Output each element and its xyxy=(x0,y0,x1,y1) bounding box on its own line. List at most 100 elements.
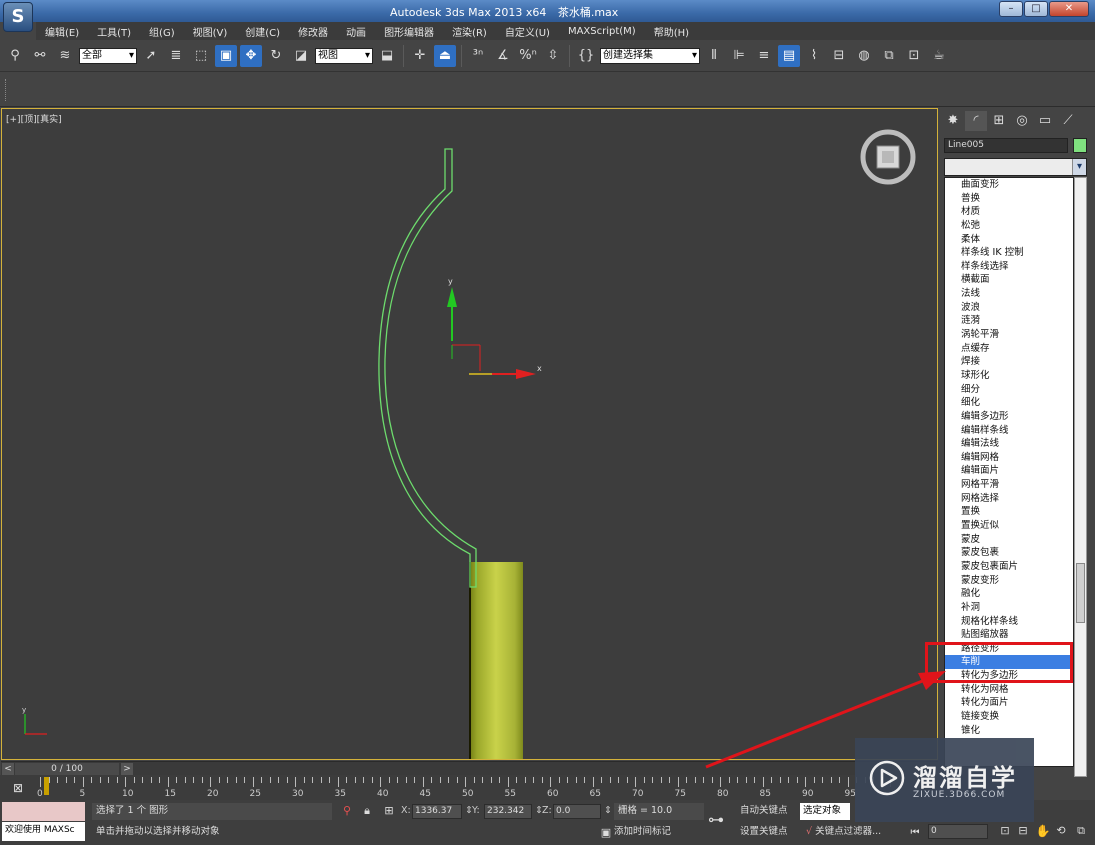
track-scale[interactable]: 0 5 10 15 20 25 30 35 40 45 50 55 60 65 70 75 80 85 90 95 xyxy=(37,777,938,799)
top-viewport[interactable]: [+][顶][真实] x y y xyxy=(1,108,938,760)
modifier-item[interactable]: 普换 xyxy=(945,192,1073,206)
modifier-item[interactable]: 蒙皮包裹 xyxy=(945,546,1073,560)
modifier-item[interactable]: 涡轮平滑 xyxy=(945,328,1073,342)
modifier-item[interactable]: 细分 xyxy=(945,383,1073,397)
viewcube[interactable] xyxy=(860,129,916,185)
snaps-toggle-icon[interactable]: ³ⁿ xyxy=(467,45,489,67)
mirror-icon[interactable]: ⫴ xyxy=(703,45,725,67)
keyboard-shortcut-icon[interactable]: ⏏ xyxy=(434,44,456,67)
modifier-item[interactable]: 材质 xyxy=(945,205,1073,219)
schematic-view-icon[interactable]: ⊟ xyxy=(828,45,850,67)
modifier-item[interactable]: 置换 xyxy=(945,505,1073,519)
modifier-item[interactable]: 转化为面片 xyxy=(945,696,1073,710)
time-slider-prev[interactable]: < xyxy=(2,763,14,775)
edit-named-selection-icon[interactable]: {} xyxy=(575,45,597,67)
menu-edit[interactable]: 编辑(E) xyxy=(36,24,88,39)
menu-modifiers[interactable]: 修改器 xyxy=(289,24,337,39)
modifier-item[interactable]: 涟漪 xyxy=(945,314,1073,328)
render-production-icon[interactable]: ☕ xyxy=(928,45,950,67)
modifier-item[interactable]: 蒙皮变形 xyxy=(945,574,1073,588)
modifier-item[interactable]: 编辑多边形 xyxy=(945,410,1073,424)
percent-snap-icon[interactable]: %ⁿ xyxy=(517,45,539,67)
reference-coord-dropdown[interactable]: 视图 xyxy=(315,47,373,64)
select-rotate-icon[interactable]: ↻ xyxy=(265,45,287,67)
add-time-tag[interactable]: 添加时间标记 xyxy=(614,824,671,840)
maximize-viewport-icon[interactable]: ⧉ xyxy=(1070,820,1092,842)
current-frame-field[interactable]: 0 xyxy=(928,824,988,839)
create-tab-icon[interactable]: ✸ xyxy=(942,111,964,131)
link-icon[interactable]: ⚲ xyxy=(4,45,26,67)
menu-graph-editors[interactable]: 图形编辑器 xyxy=(375,24,443,39)
modifier-item[interactable]: 编辑面片 xyxy=(945,464,1073,478)
selection-set-dropdown[interactable]: 选定对象 xyxy=(800,803,850,820)
modifier-item[interactable]: 规格化样条线 xyxy=(945,615,1073,629)
modifier-item[interactable]: 球形化 xyxy=(945,369,1073,383)
auto-key-button[interactable]: 自动关键点 xyxy=(740,803,788,819)
menu-animation[interactable]: 动画 xyxy=(337,24,375,39)
maximize-button[interactable]: □ xyxy=(1024,1,1048,17)
modifier-item[interactable]: 横截面 xyxy=(945,273,1073,287)
window-crossing-icon[interactable]: ▣ xyxy=(215,44,237,67)
mini-curve-editor-icon[interactable]: ⊠ xyxy=(4,777,32,799)
app-menu-button[interactable]: S xyxy=(3,2,33,32)
go-to-start-icon[interactable]: ⏮ xyxy=(904,822,926,844)
time-slider[interactable]: < 0 / 100 > xyxy=(1,761,938,775)
orbit-icon[interactable]: ⟲ xyxy=(1050,820,1072,842)
menu-tools[interactable]: 工具(T) xyxy=(88,24,140,39)
track-bar[interactable]: ⊠ 0 5 10 15 20 25 30 35 40 45 50 55 60 65 70 75 80 85 90 95 xyxy=(0,775,938,800)
modify-tab-icon[interactable]: ◜ xyxy=(965,111,987,131)
material-editor-icon[interactable]: ◍ xyxy=(853,45,875,67)
curve-editor-icon[interactable]: ⌇ xyxy=(803,45,825,67)
select-move-icon[interactable]: ✥ xyxy=(240,44,262,67)
modifier-item[interactable]: 波浪 xyxy=(945,301,1073,315)
modifier-item[interactable]: 蒙皮包裹面片 xyxy=(945,560,1073,574)
isolate-icon[interactable]: ⚲ xyxy=(336,800,358,822)
z-coordinate-field[interactable]: 0.0 xyxy=(553,804,601,819)
modifier-item[interactable]: 柔体 xyxy=(945,233,1073,247)
key-filters-button[interactable]: √ 关键点过滤器... xyxy=(806,824,881,840)
scrollbar-thumb[interactable] xyxy=(1076,563,1085,623)
set-key-button[interactable]: 设置关键点 xyxy=(740,824,788,840)
menu-help[interactable]: 帮助(H) xyxy=(645,24,698,39)
modifier-item[interactable]: 网格选择 xyxy=(945,492,1073,506)
modifier-item[interactable]: 样条线 IK 控制 xyxy=(945,246,1073,260)
manipulate-icon[interactable]: ✛ xyxy=(409,45,431,67)
motion-tab-icon[interactable]: ◎ xyxy=(1011,111,1033,131)
ribbon-grip[interactable] xyxy=(5,79,8,101)
menu-views[interactable]: 视图(V) xyxy=(184,24,237,39)
modifier-item[interactable]: 补洞 xyxy=(945,601,1073,615)
angle-snap-icon[interactable]: ∡ xyxy=(492,45,514,67)
graphite-toggle-icon[interactable]: ▤ xyxy=(778,44,800,67)
minimize-button[interactable]: – xyxy=(999,1,1023,17)
rect-selection-icon[interactable]: ⬚ xyxy=(190,45,212,67)
align-icon[interactable]: ⊫ xyxy=(728,45,750,67)
modifier-item[interactable]: 松弛 xyxy=(945,219,1073,233)
modifier-item[interactable]: 法线 xyxy=(945,287,1073,301)
z-spinner[interactable]: ⇕ xyxy=(604,803,612,819)
modifier-item[interactable]: 细化 xyxy=(945,396,1073,410)
modifier-item[interactable]: 转化为网格 xyxy=(945,683,1073,697)
x-coordinate-field[interactable]: 1336.37 xyxy=(412,804,462,819)
modifier-item[interactable]: 点缓存 xyxy=(945,342,1073,356)
object-name-field[interactable]: Line005 xyxy=(944,138,1068,153)
key-icon[interactable]: ⊶ xyxy=(708,810,724,829)
modifier-item[interactable]: 网格平滑 xyxy=(945,478,1073,492)
lock-selection-icon[interactable]: 🔒︎ xyxy=(356,800,378,822)
layer-manager-icon[interactable]: ≡ xyxy=(753,45,775,67)
selection-filter-dropdown[interactable]: 全部 xyxy=(79,47,137,64)
named-selection-dropdown[interactable]: 创建选择集 xyxy=(600,47,700,64)
unlink-icon[interactable]: ⚯ xyxy=(29,45,51,67)
modifier-item[interactable]: 曲面变形 xyxy=(945,178,1073,192)
modifier-list-dropdown[interactable]: ▾ xyxy=(944,158,1087,176)
menu-create[interactable]: 创建(C) xyxy=(236,24,289,39)
modifier-item[interactable]: 置换近似 xyxy=(945,519,1073,533)
maxscript-listener[interactable] xyxy=(2,802,85,821)
object-color-swatch[interactable] xyxy=(1073,138,1087,153)
utilities-tab-icon[interactable]: ⟋ xyxy=(1057,111,1079,131)
close-button[interactable]: ✕ xyxy=(1049,1,1089,17)
modifier-item[interactable]: 蒙皮 xyxy=(945,533,1073,547)
modifier-item[interactable]: 样条线选择 xyxy=(945,260,1073,274)
y-coordinate-field[interactable]: 232.342 xyxy=(484,804,532,819)
render-setup-icon[interactable]: ⧉ xyxy=(878,45,900,67)
chevron-down-icon[interactable]: ▾ xyxy=(1072,159,1086,175)
